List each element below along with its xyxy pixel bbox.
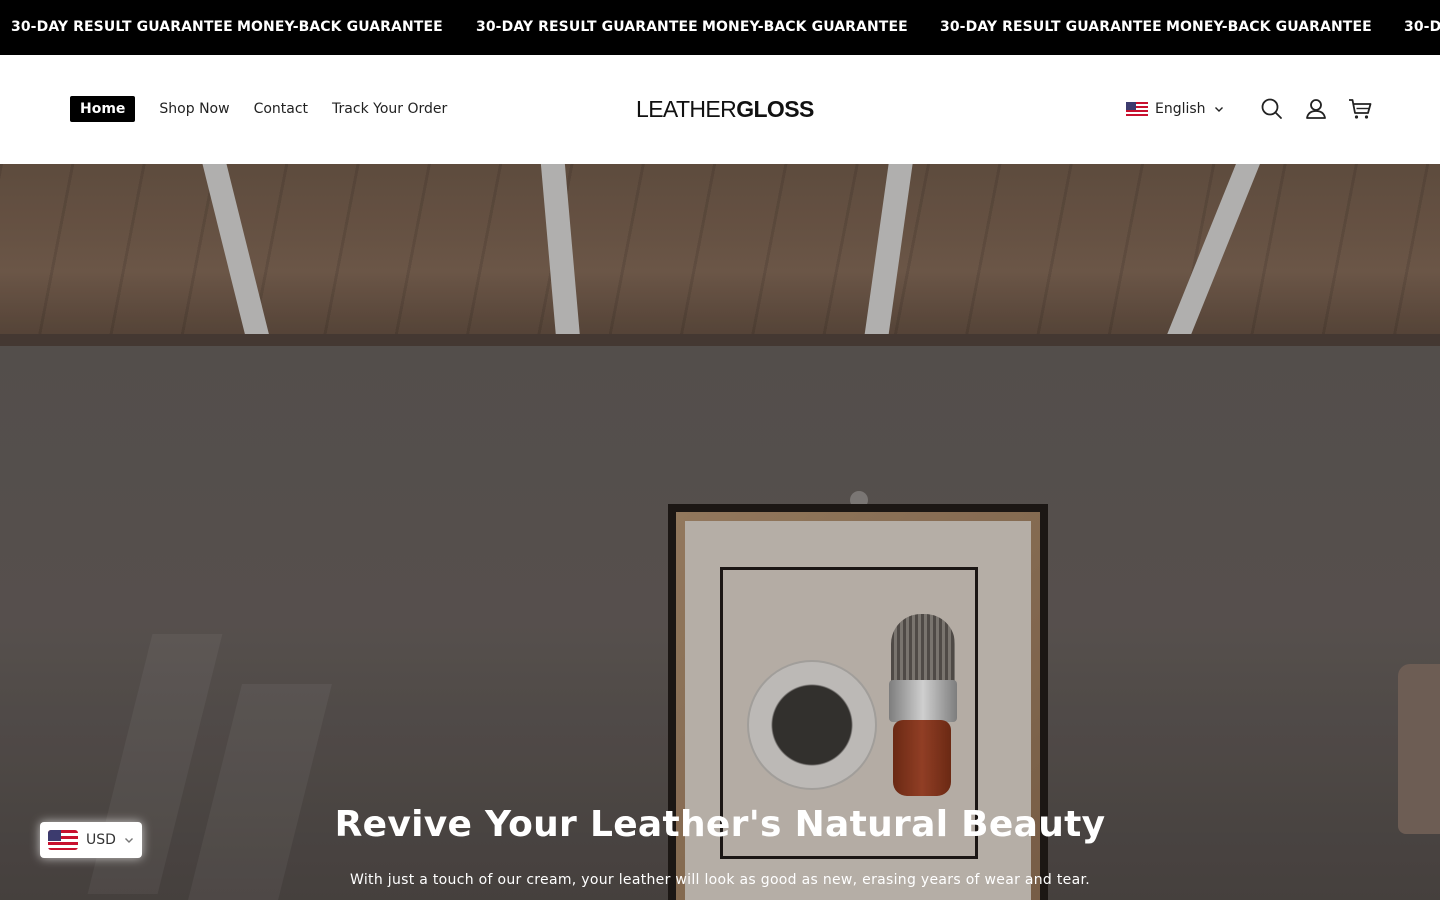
nav-home[interactable]: Home xyxy=(70,96,136,122)
site-header: Home Shop Now Contact Track Your Order L… xyxy=(0,55,1440,164)
cart-icon[interactable] xyxy=(1347,96,1373,122)
announcement-item: MONEY-BACK GUARANTEE xyxy=(237,19,443,35)
logo-bold-text: GLOSS xyxy=(736,96,814,122)
search-icon[interactable] xyxy=(1259,96,1285,122)
logo-light-text: LEATHER xyxy=(636,96,737,122)
nav-track-order[interactable]: Track Your Order xyxy=(332,96,447,122)
account-icon[interactable] xyxy=(1303,96,1329,122)
site-logo[interactable]: LEATHERGLOSS xyxy=(636,95,814,123)
us-flag-icon xyxy=(48,830,78,850)
announcement-item: 30-DAY RESULT GUARANTEE xyxy=(940,19,1162,35)
announcement-bar: 30-DAY RESULT GUARANTEE MONEY-BACK GUARA… xyxy=(0,0,1440,55)
announcement-item: MONEY-BACK GUARANTEE xyxy=(1166,19,1372,35)
language-label: English xyxy=(1155,101,1206,117)
chevron-down-icon xyxy=(1214,107,1223,112)
announcement-item: 30-DA xyxy=(1404,19,1440,35)
hero-subtitle: With just a touch of our cream, your lea… xyxy=(350,872,1090,888)
currency-selector[interactable]: USD xyxy=(40,822,142,858)
hero-title: Revive Your Leather's Natural Beauty xyxy=(334,804,1106,845)
announcement-item: 30-DAY RESULT GUARANTEE xyxy=(11,19,233,35)
chevron-down-icon xyxy=(124,838,133,843)
hero-overlay xyxy=(0,164,1440,900)
announcement-item: 30-DAY RESULT GUARANTEE xyxy=(476,19,698,35)
announcement-item: MONEY-BACK GUARANTEE xyxy=(702,19,908,35)
nav-contact[interactable]: Contact xyxy=(254,96,308,122)
main-nav: Home Shop Now Contact Track Your Order xyxy=(70,96,471,122)
nav-shop-now[interactable]: Shop Now xyxy=(159,96,229,122)
us-flag-icon xyxy=(1126,102,1148,116)
currency-label: USD xyxy=(86,832,116,848)
hero-banner: Revive Your Leather's Natural Beauty Wit… xyxy=(0,164,1440,900)
language-selector[interactable]: English xyxy=(1126,97,1224,121)
